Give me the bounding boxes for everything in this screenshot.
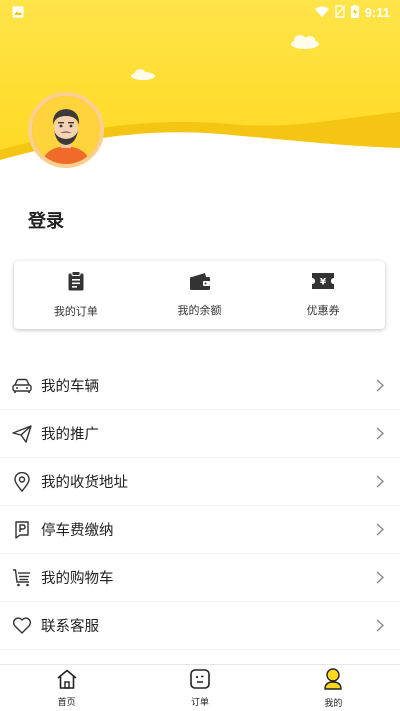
nav-tab-profile[interactable]: 我的 [267, 665, 400, 711]
settings-menu: 我的车辆 我的推广 我的收货地址 停车费缴纳 我的购物车 联系客服 [0, 362, 400, 650]
chevron-right-icon [374, 427, 386, 441]
shopping-cart-icon [12, 568, 32, 588]
chevron-right-icon [374, 379, 386, 393]
chevron-right-icon [374, 571, 386, 585]
menu-label-shopping-cart: 我的购物车 [41, 571, 114, 587]
profile-icon [323, 667, 343, 694]
status-time: 9:11 [364, 4, 390, 20]
coupon-icon: ¥ [311, 272, 335, 294]
car-icon [12, 376, 32, 396]
battery-charging-icon [350, 3, 359, 22]
menu-item-parking-fee[interactable]: 停车费缴纳 [0, 506, 400, 554]
my-orders-label: 我的订单 [53, 305, 98, 318]
order-icon [190, 668, 210, 693]
menu-item-shopping-cart[interactable]: 我的购物车 [0, 554, 400, 602]
chevron-right-icon [374, 619, 386, 633]
wallet-icon [189, 272, 211, 294]
chevron-right-icon [374, 523, 386, 537]
menu-item-customer-service[interactable]: 联系客服 [0, 602, 400, 650]
paper-plane-icon [12, 424, 32, 444]
menu-label-my-promotion: 我的推广 [41, 427, 99, 443]
parking-icon [12, 520, 32, 540]
coupons-button[interactable]: ¥ 优惠券 [261, 261, 385, 329]
avatar-image [32, 96, 100, 164]
my-orders-button[interactable]: 我的订单 [14, 261, 138, 329]
coupons-label: 优惠券 [306, 304, 340, 317]
status-bar: 9:11 [0, 0, 400, 24]
nav-tab-orders[interactable]: 订单 [133, 665, 266, 711]
nav-label-orders: 订单 [190, 697, 209, 708]
menu-item-shipping-address[interactable]: 我的收货地址 [0, 458, 400, 506]
menu-item-my-vehicles[interactable]: 我的车辆 [0, 362, 400, 410]
clipboard-icon [67, 271, 85, 295]
chevron-right-icon [374, 475, 386, 489]
login-link[interactable]: 登录 [28, 207, 64, 233]
menu-label-customer-service: 联系客服 [41, 619, 99, 635]
bottom-navigation: 首页 订单 我的 [0, 664, 400, 711]
wifi-icon [314, 3, 329, 22]
menu-item-my-promotion[interactable]: 我的推广 [0, 410, 400, 458]
nav-label-profile: 我的 [324, 698, 343, 709]
no-sim-icon [334, 3, 346, 22]
svg-text:¥: ¥ [320, 278, 327, 288]
nav-label-home: 首页 [57, 697, 76, 708]
my-balance-label: 我的余额 [177, 304, 222, 317]
location-pin-icon [12, 471, 32, 492]
nav-tab-home[interactable]: 首页 [0, 665, 133, 711]
profile-header: 9:11 [0, 0, 400, 180]
my-balance-button[interactable]: 我的余额 [138, 261, 262, 329]
home-icon [56, 669, 78, 693]
avatar[interactable] [28, 92, 104, 168]
heart-icon [12, 616, 32, 636]
menu-label-shipping-address: 我的收货地址 [41, 475, 128, 491]
menu-label-parking-fee: 停车费缴纳 [41, 523, 114, 539]
image-notification-icon [12, 3, 24, 22]
menu-label-my-vehicles: 我的车辆 [41, 379, 99, 395]
quick-actions-card: 我的订单 我的余额 ¥ 优惠券 [14, 261, 385, 329]
